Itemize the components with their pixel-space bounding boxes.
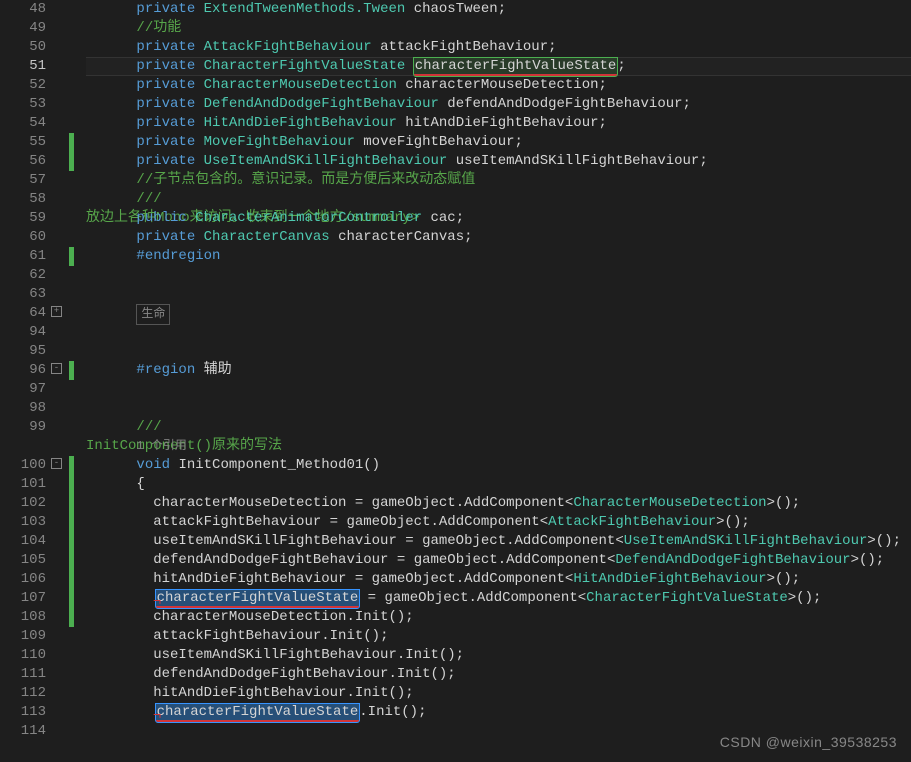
code-line[interactable]: hitAndDieFightBehaviour.Init(); [86, 684, 911, 703]
line-number: 101 [0, 475, 64, 494]
code-line[interactable]: useItemAndSKillFightBehaviour = gameObje… [86, 532, 911, 551]
change-marker [69, 456, 74, 627]
line-number: 110 [0, 646, 64, 665]
line-number [0, 437, 64, 456]
highlighted-symbol[interactable]: characterFightValueState [414, 58, 618, 76]
code-line[interactable]: ⌐characterFightValueState.Init(); [86, 703, 911, 722]
line-number: 63 [0, 285, 64, 304]
code-line[interactable]: defendAndDodgeFightBehaviour = gameObjec… [86, 551, 911, 570]
line-number: 57 [0, 171, 64, 190]
fold-collapse-icon[interactable]: - [51, 363, 62, 374]
line-number: 60 [0, 228, 64, 247]
code-line[interactable]: public CharacterAnimatorController cac; [86, 209, 911, 228]
code-line[interactable]: private MoveFightBehaviour moveFightBeha… [86, 133, 911, 152]
line-number: 55 [0, 133, 64, 152]
code-line[interactable]: //子节点包含的。意识记录。而是方便后来改动态赋值 [86, 171, 911, 190]
line-number: 111 [0, 665, 64, 684]
line-number: 105 [0, 551, 64, 570]
line-number: 51 [0, 57, 64, 76]
line-number: 59 [0, 209, 64, 228]
highlighted-symbol[interactable]: characterFightValueState [156, 704, 360, 722]
folded-region[interactable]: 生命 [136, 304, 170, 325]
code-line[interactable]: private CharacterCanvas characterCanvas; [86, 228, 911, 247]
fold-expand-icon[interactable]: + [51, 306, 62, 317]
line-number: 56 [0, 152, 64, 171]
code-line[interactable]: private ExtendTweenMethods.Tween chaosTw… [86, 0, 911, 19]
code-line[interactable]: attackFightBehaviour = gameObject.AddCom… [86, 513, 911, 532]
watermark: CSDN @weixin_39538253 [720, 733, 897, 752]
line-number: 64+ [0, 304, 64, 323]
code-line[interactable] [86, 380, 911, 399]
code-line[interactable]: characterMouseDetection.Init(); [86, 608, 911, 627]
line-number: 97 [0, 380, 64, 399]
line-number: 114 [0, 722, 64, 741]
line-number: 107 [0, 589, 64, 608]
line-number: 109 [0, 627, 64, 646]
code-line[interactable]: #endregion [86, 247, 911, 266]
change-marker [69, 133, 74, 171]
fold-collapse-icon[interactable]: - [51, 458, 62, 469]
code-line[interactable]: ⌐characterFightValueState = gameObject.A… [86, 589, 911, 608]
line-number: 54 [0, 114, 64, 133]
line-number: 53 [0, 95, 64, 114]
code-line[interactable]: //功能 [86, 19, 911, 38]
line-number: 62 [0, 266, 64, 285]
change-marker [69, 361, 74, 380]
code-line[interactable] [86, 266, 911, 285]
line-number: 99 [0, 418, 64, 437]
code-line[interactable]: private UseItemAndSKillFightBehaviour us… [86, 152, 911, 171]
code-line[interactable] [86, 323, 911, 342]
line-number: 106 [0, 570, 64, 589]
code-area[interactable]: private ExtendTweenMethods.Tween chaosTw… [82, 0, 911, 762]
line-number: 102 [0, 494, 64, 513]
code-line[interactable]: private HitAndDieFightBehaviour hitAndDi… [86, 114, 911, 133]
code-line[interactable]: { [86, 475, 911, 494]
line-number: 112 [0, 684, 64, 703]
code-line[interactable]: private CharacterMouseDetection characte… [86, 76, 911, 95]
line-number-gutter: 4849505152535455565758596061626364+94959… [0, 0, 66, 762]
line-number: 104 [0, 532, 64, 551]
code-line[interactable]: attackFightBehaviour.Init(); [86, 627, 911, 646]
line-number: 100- [0, 456, 64, 475]
line-number: 113 [0, 703, 64, 722]
line-number: 94 [0, 323, 64, 342]
code-line[interactable] [86, 285, 911, 304]
code-line[interactable]: /// InitComponent()原来的写法 [86, 418, 911, 437]
code-line[interactable]: #region 辅助 [86, 361, 911, 380]
highlighted-symbol[interactable]: characterFightValueState [156, 590, 360, 608]
code-line[interactable]: characterMouseDetection = gameObject.Add… [86, 494, 911, 513]
code-line[interactable]: private AttackFightBehaviour attackFight… [86, 38, 911, 57]
code-line[interactable]: /// 放边上各种Mono来访问。收束到一个地方/summary> [86, 190, 911, 209]
line-number: 96- [0, 361, 64, 380]
code-line[interactable] [86, 399, 911, 418]
code-line[interactable]: hitAndDieFightBehaviour = gameObject.Add… [86, 570, 911, 589]
change-marker-column [66, 0, 82, 762]
code-line[interactable]: defendAndDodgeFightBehaviour.Init(); [86, 665, 911, 684]
line-number: 49 [0, 19, 64, 38]
line-number: 98 [0, 399, 64, 418]
line-number: 52 [0, 76, 64, 95]
change-marker [69, 247, 74, 266]
line-number: 61 [0, 247, 64, 266]
line-number: 103 [0, 513, 64, 532]
code-line[interactable]: void InitComponent_Method01() [86, 456, 911, 475]
line-number: 108 [0, 608, 64, 627]
line-number: 58 [0, 190, 64, 209]
code-line[interactable]: useItemAndSKillFightBehaviour.Init(); [86, 646, 911, 665]
line-number: 48 [0, 0, 64, 19]
code-line[interactable]: private DefendAndDodgeFightBehaviour def… [86, 95, 911, 114]
line-number: 95 [0, 342, 64, 361]
code-line[interactable] [86, 342, 911, 361]
code-line[interactable]: 生命 [86, 304, 911, 323]
line-number: 50 [0, 38, 64, 57]
code-line[interactable]: private CharacterFightValueState charact… [86, 57, 911, 76]
